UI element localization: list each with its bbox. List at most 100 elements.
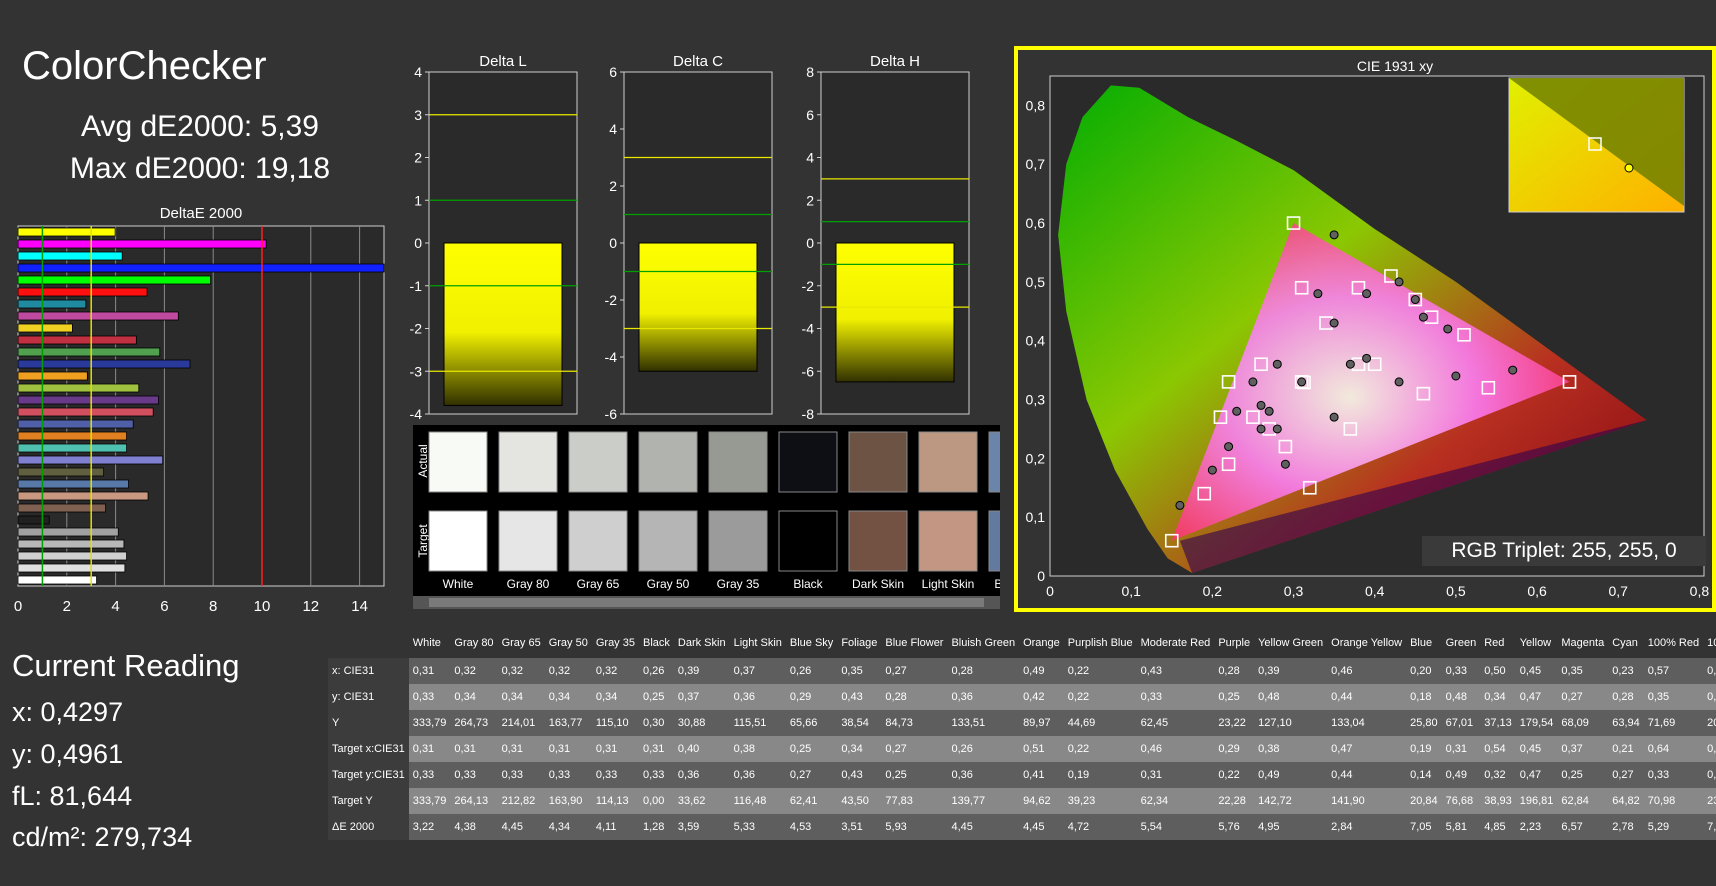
table-cell: 0,37: [733, 665, 755, 677]
table-cell: 0,32: [454, 665, 476, 677]
delta-tick-label: 8: [806, 64, 814, 80]
table-cell: 4,11: [595, 821, 617, 833]
deltae-tick-label: 8: [209, 598, 217, 615]
table-cell: 0,34: [454, 691, 476, 703]
table-cell: 76,68: [1445, 795, 1474, 807]
table-cell: 0,31: [501, 743, 523, 755]
deltae-bar: [17, 395, 159, 405]
actual-marker: [1175, 500, 1185, 510]
actual-swatch: [708, 431, 768, 493]
table-cell: 0,00: [642, 795, 665, 807]
deltae-bar: [17, 515, 50, 525]
table-cell: 0,31: [548, 743, 571, 755]
table-cell: 0,22: [1067, 665, 1090, 677]
table-cell: 7,89: [1707, 821, 1716, 833]
actual-row-label: Actual: [416, 444, 430, 477]
table-column-header: 100% Red: [1647, 636, 1700, 649]
table-cell: 5,76: [1218, 821, 1240, 833]
delta-tick-label: -4: [410, 406, 423, 422]
table-cell: 0,18: [1410, 691, 1432, 703]
cie-x-tick-label: 0,3: [1284, 583, 1304, 599]
actual-marker: [1280, 459, 1290, 469]
table-cell: 116,48: [733, 795, 767, 807]
table-cell: 0,26: [951, 743, 973, 755]
table-cell: 5,93: [885, 821, 907, 833]
table-cell: 64,82: [1612, 795, 1640, 807]
cie-x-tick-label: 0: [1046, 583, 1054, 599]
table-cell: 94,62: [1023, 795, 1051, 807]
table-cell: 5,81: [1445, 821, 1468, 833]
table-cell: 62,34: [1140, 795, 1169, 807]
cie-y-tick-label: 0,8: [1026, 97, 1046, 113]
table-cell: 214,01: [501, 717, 536, 729]
avg-de-readout: Avg dE2000: 5,39: [81, 110, 319, 143]
table-cell: 0,45: [1519, 743, 1542, 755]
table-row: Y 333,79 264,73 214,01 163,77 115,10 0,30 30,88…: [328, 710, 1716, 736]
swatch-name: Black: [793, 577, 823, 591]
table-cell: 0,28: [1612, 691, 1634, 703]
table-cell: 33,62: [677, 795, 706, 807]
table-cell: 4,95: [1258, 821, 1280, 833]
deltae-bar: [17, 563, 126, 573]
deltae-bar: [17, 227, 116, 237]
delta-tick-label: 3: [414, 107, 422, 123]
delta-tick-label: 0: [609, 235, 617, 251]
deltae-tick-label: 14: [351, 598, 368, 615]
deltae-tick-label: 10: [254, 598, 271, 615]
table-row-label: Y: [328, 710, 409, 736]
table-cell: 2,23: [1519, 821, 1542, 833]
table-cell: 2,78: [1612, 821, 1634, 833]
delta-bar: [638, 242, 758, 372]
table-cell: 0,47: [1519, 769, 1542, 781]
table-cell: 63,94: [1612, 717, 1640, 729]
table-cell: 0,27: [789, 769, 812, 781]
current-reading-title: Current Reading: [12, 648, 240, 683]
target-swatch: [988, 510, 1000, 572]
actual-marker: [1264, 406, 1274, 416]
table-column-header: White: [412, 636, 441, 649]
table-cell: 7,05: [1410, 821, 1432, 833]
table-row-label: x: CIE31: [328, 658, 409, 684]
target-swatch: [778, 510, 838, 572]
table-cell: 0,28: [885, 691, 907, 703]
table-cell: 0,60: [1707, 769, 1716, 781]
table-row: Target Y 333,79 264,13 212,82 163,90 114,13 0,…: [328, 788, 1716, 814]
table-cell: 0,45: [1519, 665, 1542, 677]
table-cell: 0,27: [1612, 769, 1634, 781]
table-row: x: CIE31 0,31 0,32 0,32 0,32 0,32 0,26 0,39 0,37…: [328, 658, 1716, 684]
deltae-bar: [17, 371, 88, 381]
table-cell: 205,78: [1707, 717, 1716, 729]
table-cell: 38,54: [841, 717, 869, 729]
cie-x-tick-label: 0,7: [1609, 583, 1629, 599]
deltae-bar: [17, 263, 385, 273]
delta-c-chart: Delta C 6 4 2 0 -2 -4 -6: [605, 53, 773, 422]
table-column-header: Magenta: [1561, 636, 1605, 649]
deltae-bar: [17, 503, 106, 513]
table-column-header: Gray 50: [548, 636, 588, 649]
deltae-bar: [17, 491, 149, 501]
table-cell: 0,46: [1140, 743, 1163, 755]
table-cell: 0,31: [412, 743, 435, 755]
table-cell: 333,79: [412, 795, 447, 807]
table-cell: 115,51: [733, 717, 767, 729]
table-cell: 0,49: [1258, 769, 1280, 781]
table-cell: 0,34: [595, 691, 618, 703]
table-row-label: Target x:CIE31: [328, 736, 409, 762]
actual-marker: [1272, 424, 1282, 434]
table-column-header: Purplish Blue: [1067, 636, 1133, 649]
deltae-bar: [17, 539, 125, 549]
deltae-bar: [17, 383, 140, 393]
cie-x-tick-label: 0,5: [1446, 583, 1466, 599]
table-column-header: Foliage: [841, 636, 878, 649]
table-corner: [328, 627, 409, 658]
table-cell: 179,54: [1519, 717, 1554, 729]
table-cell: 0,58: [1707, 691, 1716, 703]
delta-tick-label: 2: [609, 178, 617, 194]
current-x: x: 0,4297: [12, 697, 124, 727]
delta-tick-label: -2: [802, 278, 815, 294]
table-cell: 196,81: [1519, 795, 1554, 807]
cie-y-tick-label: 0: [1037, 568, 1045, 584]
table-cell: 163,77: [548, 717, 583, 729]
actual-marker: [1345, 359, 1355, 369]
deltae-bar: [17, 575, 97, 585]
